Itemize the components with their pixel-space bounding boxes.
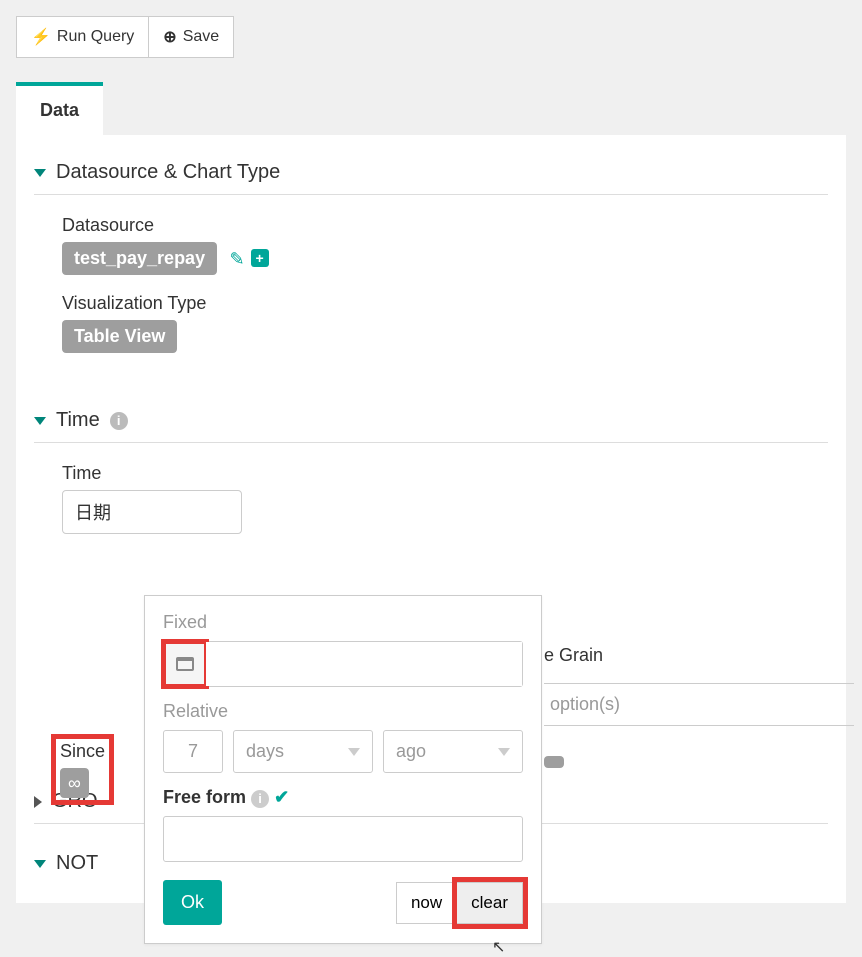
relative-number-value: 7	[188, 741, 198, 761]
clear-button[interactable]: clear	[457, 882, 523, 924]
run-query-button[interactable]: ⚡ Run Query	[16, 16, 149, 58]
time-grain-label: e Grain	[544, 645, 603, 666]
time-grain-select[interactable]: option(s)	[544, 683, 854, 726]
section-datasource-title: Datasource & Chart Type	[56, 161, 280, 184]
caret-right-icon	[34, 796, 42, 808]
relative-unit-select[interactable]: days	[233, 730, 373, 773]
tab-data-label: Data	[40, 100, 79, 120]
divider	[34, 442, 828, 443]
fixed-date-input[interactable]	[206, 642, 522, 686]
freeform-input[interactable]	[163, 816, 523, 862]
tab-data[interactable]: Data	[16, 86, 103, 135]
section-datasource-header[interactable]: Datasource & Chart Type	[34, 153, 828, 184]
ok-label: Ok	[181, 892, 204, 912]
chevron-down-icon	[348, 748, 360, 756]
section-time-title: Time	[56, 409, 100, 432]
ok-button[interactable]: Ok	[163, 880, 222, 925]
calendar-icon	[176, 657, 194, 671]
since-label: Since	[60, 741, 105, 762]
relative-direction-value: ago	[396, 741, 426, 762]
chevron-down-icon	[498, 748, 510, 756]
save-button[interactable]: ⊕ Save	[149, 16, 234, 58]
info-icon[interactable]: i	[251, 790, 269, 808]
datasource-chip[interactable]: test_pay_repay	[62, 242, 217, 275]
datasource-value: test_pay_repay	[74, 248, 205, 268]
divider	[34, 194, 828, 195]
fixed-label: Fixed	[163, 612, 523, 633]
time-column-label: Time	[62, 463, 828, 484]
datasource-label: Datasource	[62, 215, 828, 236]
calendar-addon[interactable]	[164, 642, 206, 686]
relative-direction-select[interactable]: ago	[383, 730, 523, 773]
edit-datasource-icon[interactable]: ✎	[230, 249, 245, 270]
bolt-icon: ⚡	[31, 27, 51, 47]
time-grain-placeholder: option(s)	[550, 694, 620, 714]
freeform-label: Free form i ✔	[163, 787, 523, 808]
viz-type-label: Visualization Type	[62, 293, 828, 314]
caret-down-icon	[34, 169, 46, 177]
info-icon[interactable]: i	[110, 412, 128, 430]
plus-circle-icon: ⊕	[163, 27, 176, 47]
now-label: now	[411, 893, 442, 912]
section-not-title: NOT	[56, 852, 98, 875]
fixed-date-input-group	[163, 641, 523, 687]
data-panel: Datasource & Chart Type Datasource test_…	[16, 135, 846, 903]
viz-type-chip[interactable]: Table View	[62, 320, 177, 353]
until-chip[interactable]	[544, 756, 564, 768]
viz-type-value: Table View	[74, 326, 165, 346]
clear-label: clear	[471, 893, 508, 912]
time-picker-popover: Fixed Relative 7 days ago	[144, 595, 542, 944]
infinity-icon: ∞	[68, 774, 81, 792]
relative-number-input[interactable]: 7	[163, 730, 223, 773]
check-icon: ✔	[274, 787, 289, 807]
add-datasource-icon[interactable]: +	[251, 249, 269, 267]
time-column-value: 日期	[75, 503, 111, 523]
since-chip[interactable]: ∞	[60, 768, 89, 798]
now-button[interactable]: now	[396, 882, 457, 924]
relative-label: Relative	[163, 701, 523, 722]
run-query-label: Run Query	[57, 28, 134, 46]
section-time-header[interactable]: Time i	[34, 401, 828, 432]
relative-unit-value: days	[246, 741, 284, 762]
top-toolbar: ⚡ Run Query ⊕ Save	[16, 16, 846, 58]
caret-down-icon	[34, 417, 46, 425]
tabs-bar: Data	[16, 86, 846, 135]
freeform-label-text: Free form	[163, 787, 246, 807]
save-label: Save	[183, 28, 219, 46]
caret-down-icon	[34, 860, 46, 868]
time-column-select[interactable]: 日期	[62, 490, 242, 534]
